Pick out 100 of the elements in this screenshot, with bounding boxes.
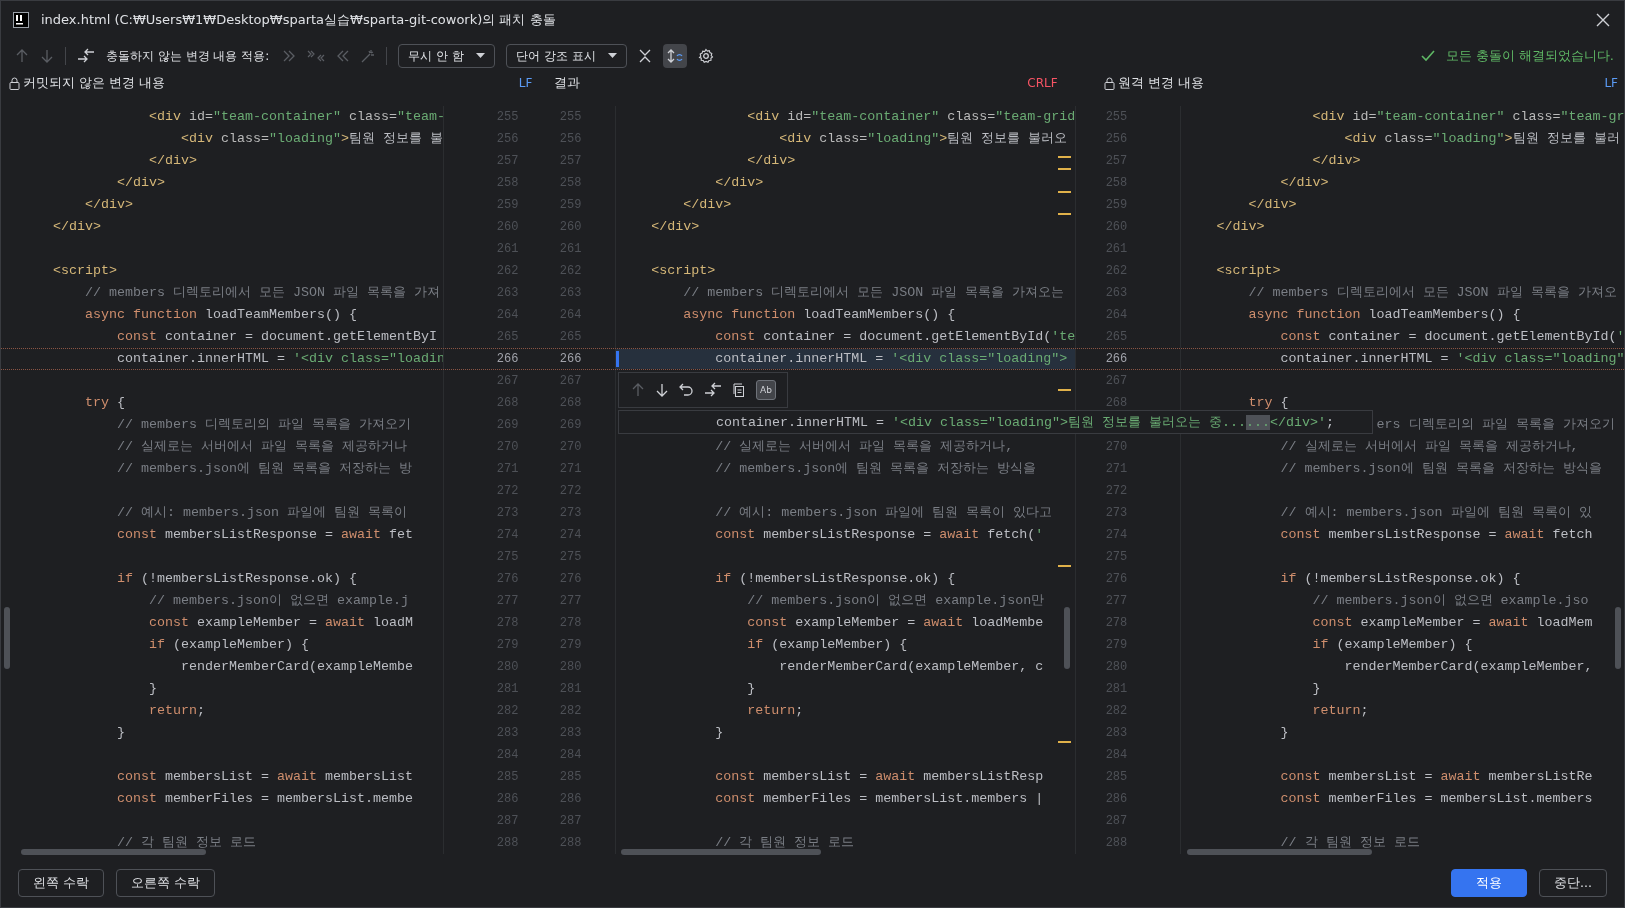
code-line: </div> [651,219,700,234]
check-icon [1420,50,1435,62]
code-line: } [149,681,157,696]
line-number: 266 [559,352,582,366]
settings-icon[interactable] [697,48,714,64]
code-line: // 실제로는 서버에서 파일 목록을 제공하거나, [715,439,1014,454]
code-line: // members.json에 팀원 목록을 저장하는 방식을 [715,461,1037,476]
dialog-button[interactable]: 중단... [1539,869,1607,897]
code-line: <div class="loading">팀원 정보를 불러오 [779,131,1068,146]
code-line: const membersListResponse = await fet [117,527,413,542]
code-line: </div> [1312,153,1361,168]
chevrons-left-icon[interactable] [336,49,351,63]
code-line: // 각 팀원 정보 로드 [1280,835,1420,850]
change-marker[interactable] [1057,156,1071,158]
code-line: } [1312,681,1321,696]
code-line: <div id="team-container" class="team-grid [747,109,1075,124]
scrollbar[interactable] [1615,607,1621,669]
code-line: // 각 팀원 정보 로드 [715,835,855,850]
code-line: // members.json에 팀원 목록을 저장하는 방식을 [1280,461,1602,476]
code-line: container.innerHTML = '<div class="loading">팀원 정보를 불러오는 중......</div>'; [716,415,1334,430]
line-ending[interactable]: LF [518,76,533,90]
code-line: </div> [53,219,101,234]
code-line: container.innerHTML = '<div class="loading" [1280,351,1624,366]
change-marker[interactable] [1057,191,1071,193]
scrollbar[interactable] [1187,849,1372,855]
code-line: async function loadTeamMembers() { [85,307,357,322]
copy-icon[interactable] [732,383,746,397]
code-line: } [117,725,125,740]
code-line: if (!membersListResponse.ok) { [117,571,357,586]
arrows-icon[interactable] [704,382,722,398]
lock-icon [9,76,20,90]
code-line: ers 디렉토리의 파일 목록을 가져오기 [1376,417,1615,432]
scrollbar[interactable] [1064,607,1070,669]
code-line: renderMemberCard(exampleMember, [1344,659,1593,674]
code-line: return; [1312,703,1369,718]
code-line: async function loadTeamMembers() { [1248,307,1521,322]
code-line: const exampleMember = await loadM [149,615,413,630]
code-line: </div> [683,197,732,212]
change-marker[interactable] [1057,389,1071,391]
code-line: // 각 팀원 정보 로드 [117,835,256,850]
sync-scroll-icon [666,48,683,64]
collapse-icon[interactable] [637,49,652,63]
change-marker[interactable] [1057,213,1071,215]
code-line: try { [85,395,125,410]
change-marker[interactable] [1057,168,1071,170]
code-line: const membersList = await membersList [117,769,413,784]
line-number: 266 [496,352,519,366]
code-line: // members.json이 없으면 example.json만 [747,593,1045,608]
pane-title: 결과 [554,74,581,92]
pane-title: 원격 변경 내용 [1117,74,1204,92]
code-line: const membersListResponse = await fetch [1280,527,1593,542]
code-line: // 예시: members.json 파일에 팀원 목록이 [117,505,407,520]
accept-button[interactable]: 오른쪽 수락 [116,869,215,897]
sync-scroll-toggle[interactable] [662,44,687,68]
chevrons-merge-icon[interactable] [307,49,326,63]
line-ending[interactable]: CRLF [1027,76,1058,90]
dropdown[interactable]: 단어 강조 표시 [505,44,627,68]
code-line: if (exampleMember) { [747,637,908,652]
code-line: if (!membersListResponse.ok) { [1280,571,1521,586]
arrows-icon[interactable] [77,48,95,64]
code-line: return; [149,703,205,718]
code-line: </div> [149,153,197,168]
code-line: // members 디렉토리에서 모든 JSON 파일 목록을 가져 [85,285,440,300]
undo-icon[interactable] [679,383,694,397]
magic-wand-icon[interactable] [361,49,376,63]
accept-button[interactable]: 왼쪽 수락 [18,869,104,897]
change-marker[interactable] [1057,741,1071,743]
up-arrow-icon[interactable] [631,383,645,397]
code-line: renderMemberCard(exampleMember, c [779,659,1044,674]
code-line: </div> [747,153,796,168]
dropdown[interactable]: 무시 안 함 [398,44,495,68]
code-line: // 예시: members.json 파일에 팀원 목록이 있 [1280,505,1592,520]
code-line: // members 디렉토리의 파일 목록을 가져오기 [117,417,411,432]
code-line: </div> [117,175,165,190]
code-line: <div class="loading">팀원 정보를 불 [180,131,443,146]
dialog-button[interactable]: 적용 [1451,869,1528,897]
code-line: const memberFiles = membersList.members [1280,791,1593,806]
code-line: <script> [53,263,117,278]
code-line: const membersList = await membersListRe [1280,769,1593,784]
change-marker[interactable] [1057,565,1071,567]
code-line: } [1280,725,1289,740]
code-line: <script> [651,263,716,278]
word-diff-toggle[interactable]: Ab [756,380,776,400]
line-ending[interactable]: LF [1604,76,1618,90]
close-icon[interactable] [1596,13,1610,27]
code-line: <div id="team-container" class="team-gr [1312,109,1624,124]
scrollbar[interactable] [21,849,206,855]
lock-icon [1103,76,1115,90]
apply-label: 충돌하지 않는 변경 내용 적용: [106,47,270,65]
up-arrow-icon[interactable] [15,49,29,63]
scrollbar[interactable] [4,607,10,669]
code-line: container.innerHTML = '<div class="loadin [117,351,444,366]
code-line: <div id="team-container" class="team- [149,109,444,124]
code-line: if (exampleMember) { [1312,637,1473,652]
code-line: </div> [85,197,133,212]
code-line: renderMemberCard(exampleMembe [180,659,413,674]
chevrons-right-icon[interactable] [282,49,297,63]
scrollbar[interactable] [621,849,821,855]
code-line: } [715,725,724,740]
code-line: container.innerHTML = '<div class="loading"> [715,351,1068,366]
